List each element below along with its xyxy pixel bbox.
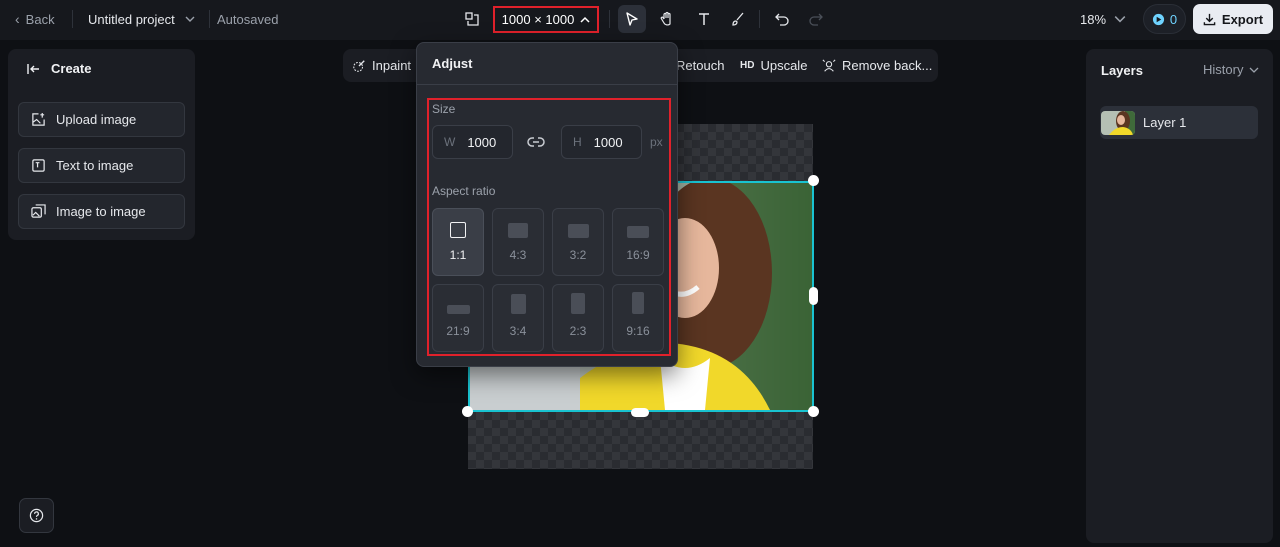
inpaint-button[interactable]: Inpaint [352, 49, 411, 82]
cursor-icon [626, 12, 638, 26]
ratio-1-1[interactable]: 1:1 [432, 208, 484, 276]
aspect-ratio-label: Aspect ratio [432, 184, 496, 198]
redo-button[interactable] [802, 5, 830, 33]
hd-icon: HD [740, 60, 755, 71]
width-prefix: W [444, 135, 456, 149]
collapse-left-icon [27, 63, 39, 74]
redo-icon [809, 13, 823, 26]
divider [609, 10, 610, 28]
help-button[interactable] [19, 498, 54, 533]
ratio-shape-icon [632, 292, 644, 314]
ratio-3-2[interactable]: 3:2 [552, 208, 604, 276]
text-to-image-button[interactable]: Text to image [18, 148, 185, 183]
divider [209, 10, 210, 28]
retouch-button[interactable]: Retouch [676, 49, 724, 82]
upload-image-icon [32, 112, 45, 126]
text-icon [699, 13, 709, 25]
help-icon [29, 508, 44, 523]
ratio-shape-icon [627, 226, 649, 238]
autosave-status: Autosaved [217, 11, 279, 27]
credits-badge[interactable]: 0 [1143, 4, 1186, 34]
upload-image-button[interactable]: Upload image [18, 102, 185, 137]
remove-background-icon [822, 59, 836, 72]
project-title-dropdown[interactable]: Untitled project [88, 0, 195, 38]
layers-panel: Layers History Layer 1 [1086, 49, 1273, 543]
remove-background-button[interactable]: Remove back... [822, 49, 932, 82]
chevron-left-icon: ‹ [15, 11, 20, 27]
create-panel-header[interactable]: Create [27, 61, 91, 76]
resize-handle-bottom[interactable] [631, 408, 649, 417]
upscale-button[interactable]: HD Upscale [740, 49, 807, 82]
layer-name: Layer 1 [1143, 115, 1187, 130]
ratio-9-16[interactable]: 9:16 [612, 284, 664, 352]
brush-tool-button[interactable] [724, 5, 752, 33]
ratio-shape-icon [510, 294, 526, 314]
divider [72, 10, 73, 28]
ratio-shape-icon [508, 223, 528, 238]
adjust-title: Adjust [432, 56, 473, 71]
ratio-4-3[interactable]: 4:3 [492, 208, 544, 276]
resize-handle-bottom-right[interactable] [808, 406, 819, 417]
ratio-21-9[interactable]: 21:9 [432, 284, 484, 352]
canvas-size-value: 1000 × 1000 [501, 12, 575, 27]
text-tool-button[interactable] [690, 5, 718, 33]
image-to-image-icon [31, 204, 46, 218]
brush-icon [732, 12, 744, 26]
layer-thumbnail [1101, 110, 1135, 135]
width-value: 1000 [467, 134, 497, 150]
resize-handle-top-right[interactable] [808, 175, 819, 186]
hand-tool-button[interactable] [653, 5, 681, 33]
chevron-down-icon [1114, 16, 1126, 23]
width-input[interactable]: W 1000 [432, 125, 513, 159]
chevron-down-icon [185, 16, 195, 22]
link-icon[interactable] [527, 135, 545, 154]
create-panel: Create Upload image Text to image Image … [8, 49, 195, 240]
select-tool-button[interactable] [618, 5, 646, 33]
layer-item[interactable]: Layer 1 [1100, 106, 1258, 139]
undo-button[interactable] [768, 5, 796, 33]
download-icon [1203, 13, 1216, 25]
canvas-size-button[interactable]: 1000 × 1000 [493, 6, 599, 33]
divider [417, 84, 677, 85]
back-button[interactable]: ‹ Back [15, 0, 55, 38]
project-title: Untitled project [88, 11, 175, 27]
history-tab[interactable]: History [1203, 62, 1259, 77]
undo-icon [775, 13, 789, 26]
text-to-image-icon [32, 159, 45, 172]
zoom-dropdown[interactable]: 18% [1080, 0, 1126, 38]
resize-handle-right[interactable] [809, 287, 818, 305]
layers-tab[interactable]: Layers [1101, 63, 1143, 78]
height-value: 1000 [593, 134, 623, 150]
ratio-shape-icon [446, 305, 470, 314]
top-bar: ‹ Back Untitled project Autosaved 1000 ×… [0, 0, 1280, 40]
ratio-shape-icon [567, 224, 589, 238]
export-button[interactable]: Export [1193, 4, 1273, 34]
inpaint-icon [353, 59, 365, 72]
resize-icon[interactable] [458, 5, 486, 33]
ratio-3-4[interactable]: 3:4 [492, 284, 544, 352]
credit-icon [1152, 13, 1164, 25]
resize-handle-bottom-left[interactable] [462, 406, 473, 417]
create-panel-title: Create [51, 61, 92, 76]
height-prefix: H [573, 135, 582, 149]
hand-icon [660, 11, 671, 26]
ratio-16-9[interactable]: 16:9 [612, 208, 664, 276]
size-label: Size [432, 102, 456, 116]
divider [759, 10, 760, 28]
chevron-down-icon [1249, 67, 1259, 73]
height-input[interactable]: H 1000 [561, 125, 642, 159]
credits-count: 0 [1169, 11, 1178, 27]
ratio-2-3[interactable]: 2:3 [552, 284, 604, 352]
image-to-image-button[interactable]: Image to image [18, 194, 185, 229]
ratio-shape-icon [571, 293, 585, 314]
zoom-value: 18% [1080, 11, 1107, 27]
adjust-popover: Adjust Size W 1000 H 1000 px Aspect rati… [416, 42, 678, 367]
chevron-up-icon [580, 16, 590, 23]
ratio-shape-icon [450, 222, 466, 238]
unit-label: px [650, 135, 663, 149]
